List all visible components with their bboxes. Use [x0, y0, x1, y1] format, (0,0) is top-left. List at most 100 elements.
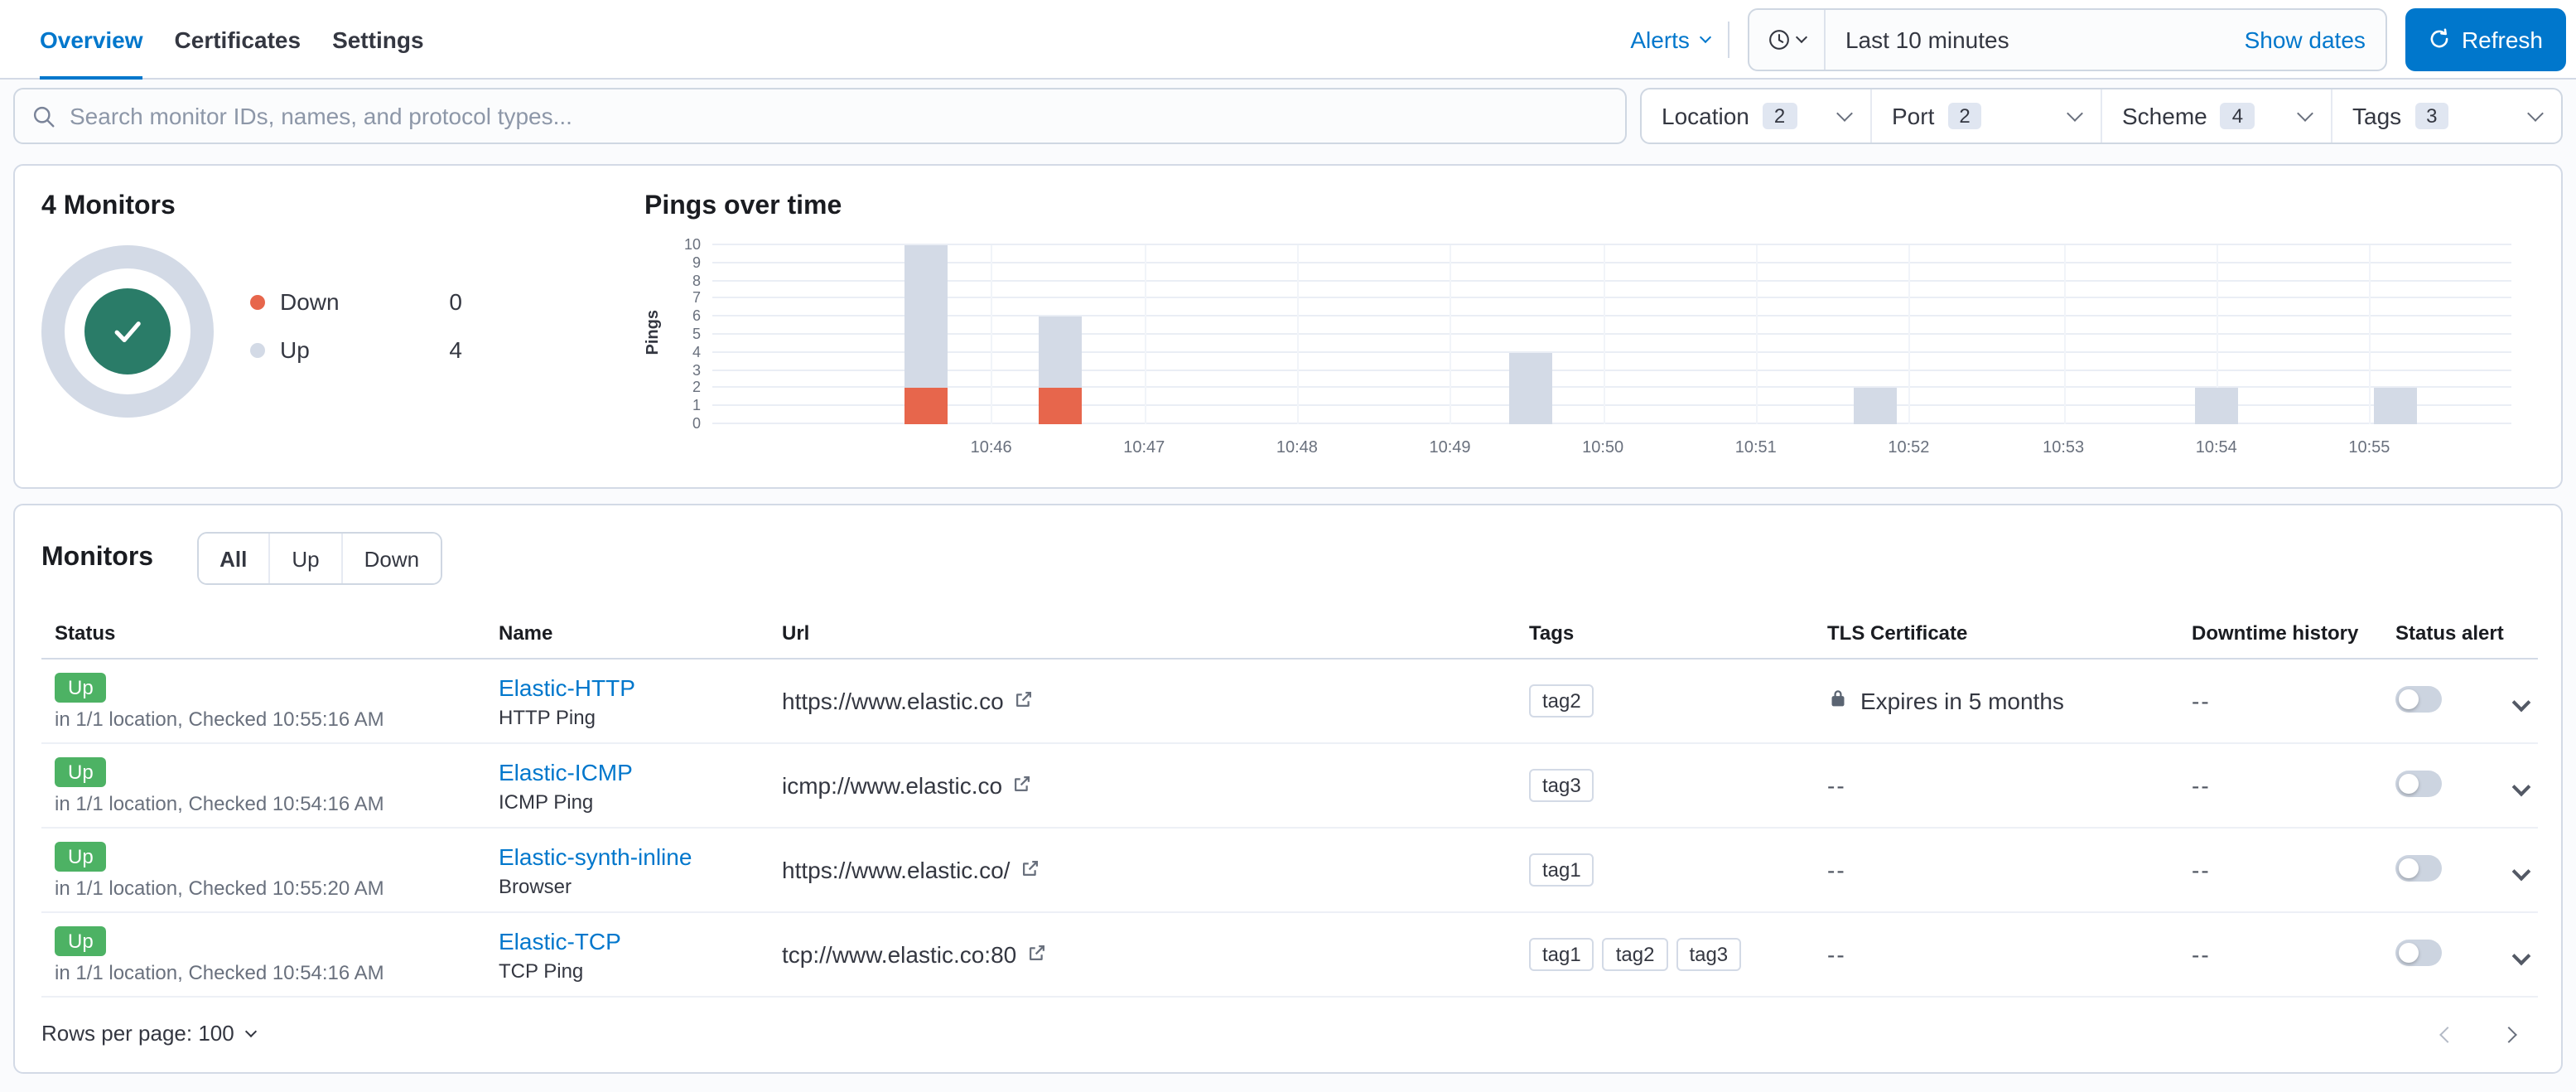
ping-bar	[1853, 388, 1897, 424]
clock-icon	[1769, 29, 1789, 49]
x-axis-tick: 10:53	[2043, 439, 2085, 457]
table-footer: Rows per page: 100	[41, 998, 2535, 1072]
cell-url: https://www.elastic.co/	[769, 828, 1516, 913]
gridline	[1755, 245, 1758, 424]
tls-status: --	[1827, 857, 2165, 883]
gridline	[712, 244, 2511, 245]
next-page-button[interactable]	[2501, 1021, 2517, 1046]
status-alert-toggle[interactable]	[2395, 854, 2442, 881]
monitors-filter-up[interactable]: Up	[268, 534, 341, 583]
refresh-button[interactable]: Refresh	[2405, 7, 2566, 70]
tag-badge[interactable]: tag1	[1529, 938, 1594, 971]
ping-bar	[2194, 388, 2238, 424]
pings-over-time-section: Pings over time Pings 0 1 2 3 4 5 6 7 8 9 10 10:46 1…	[631, 166, 2561, 487]
tag-badge[interactable]: tag2	[1529, 684, 1594, 718]
previous-page-button[interactable]	[2439, 1021, 2456, 1046]
cell-name: Elastic-ICMP ICMP Ping	[485, 743, 769, 829]
cell-expand	[2498, 828, 2538, 913]
chevron-down-icon	[2067, 105, 2083, 122]
monitors-filter-all[interactable]: All	[198, 534, 269, 583]
tls-value: --	[1827, 941, 1846, 968]
monitor-url-link[interactable]: icmp://www.elastic.co	[782, 772, 1032, 799]
search-box	[13, 88, 1627, 144]
x-axis-tick: 10:50	[1582, 439, 1624, 457]
status-alert-toggle[interactable]	[2395, 685, 2442, 712]
monitor-url-link[interactable]: https://www.elastic.co/	[782, 857, 1040, 883]
expand-row-button[interactable]	[2511, 939, 2531, 970]
filter-location[interactable]: Location 2	[1642, 89, 1870, 143]
legend-value: 4	[449, 336, 462, 363]
expand-row-button[interactable]	[2511, 685, 2531, 717]
bar-up-segment	[1853, 388, 1897, 424]
time-range-value[interactable]: Last 10 minutes	[1826, 26, 2225, 52]
tag-badge[interactable]: tag1	[1529, 853, 1594, 887]
summary-title: 4 Monitors	[41, 192, 176, 220]
cell-tags: tag3	[1516, 743, 1814, 829]
alerts-dropdown-button[interactable]: Alerts	[1630, 26, 1712, 52]
filter-count-badge: 4	[2220, 103, 2255, 129]
chevron-down-icon	[2527, 105, 2544, 122]
search-and-filters-row: Location 2 Port 2 Scheme 4 Tags 3	[0, 80, 2576, 164]
table-header-row: Status Name Url Tags TLS Certificate Downtime…	[41, 608, 2538, 660]
external-link-icon	[1014, 688, 1034, 714]
bar-up-segment	[1509, 352, 1553, 424]
tag-badge[interactable]: tag3	[1529, 769, 1594, 802]
monitor-url-link[interactable]: tcp://www.elastic.co:80	[782, 941, 1046, 968]
tab-overview[interactable]: Overview	[40, 0, 144, 80]
tag-badge[interactable]: tag3	[1676, 938, 1742, 971]
legend-label: Down	[280, 288, 340, 315]
monitor-name-link[interactable]: Elastic-synth-inline	[499, 843, 692, 869]
gridline	[712, 279, 2511, 282]
bar-up-segment	[2194, 388, 2238, 424]
monitors-filter-down[interactable]: Down	[340, 534, 441, 583]
filter-count-badge: 3	[2414, 103, 2449, 129]
filter-tags[interactable]: Tags 3	[2331, 89, 2561, 143]
status-badge: Up	[55, 841, 107, 871]
y-axis-title: Pings	[644, 310, 663, 356]
cell-name: Elastic-synth-inline Browser	[485, 828, 769, 913]
uptime-app: Overview Certificates Settings Alerts Last…	[0, 0, 2576, 1092]
ping-bar	[1038, 316, 1082, 424]
monitor-url-link[interactable]: https://www.elastic.co	[782, 688, 1034, 714]
expand-row-button[interactable]	[2511, 854, 2531, 886]
url-text: tcp://www.elastic.co:80	[782, 941, 1017, 968]
cell-status: Up in 1/1 location, Checked 10:55:16 AM	[41, 659, 485, 744]
time-picker: Last 10 minutes Show dates	[1747, 7, 2387, 70]
filter-port[interactable]: Port 2	[1870, 89, 2101, 143]
monitor-name-link[interactable]: Elastic-TCP	[499, 927, 621, 954]
x-axis-tick: 10:55	[2348, 439, 2390, 457]
bar-up-segment	[904, 245, 948, 389]
gridline	[1603, 245, 1605, 424]
legend-dot	[250, 342, 265, 357]
gridline	[2063, 245, 2066, 424]
tls-status: --	[1827, 772, 2165, 799]
filter-scheme[interactable]: Scheme 4	[2101, 89, 2331, 143]
monitors-summary: 4 Monitors Down 0 Up 4	[15, 166, 631, 487]
column-header-url: Url	[769, 608, 1516, 660]
search-input[interactable]	[70, 103, 1609, 129]
tab-settings[interactable]: Settings	[332, 0, 423, 78]
monitor-name-link[interactable]: Elastic-ICMP	[499, 758, 633, 785]
gridline	[712, 297, 2511, 299]
cell-downtime-history: --	[2178, 912, 2382, 998]
tag-badge[interactable]: tag2	[1602, 938, 1668, 971]
status-alert-toggle[interactable]	[2395, 939, 2442, 965]
show-dates-link[interactable]: Show dates	[2225, 26, 2385, 52]
table-row: Up in 1/1 location, Checked 10:54:16 AM El…	[41, 743, 2538, 829]
rows-per-page-button[interactable]: Rows per page: 100	[41, 1021, 258, 1046]
gridline	[2369, 245, 2371, 424]
status-badge: Up	[55, 756, 107, 786]
time-picker-clock-button[interactable]	[1749, 9, 1826, 69]
status-alert-toggle[interactable]	[2395, 770, 2442, 796]
cell-tls-certificate: --	[1814, 828, 2178, 913]
chevron-down-icon	[2511, 692, 2531, 712]
filter-group: Location 2 Port 2 Scheme 4 Tags 3	[1640, 88, 2563, 144]
cell-expand	[2498, 912, 2538, 998]
expand-row-button[interactable]	[2511, 770, 2531, 801]
column-header-status: Status	[41, 608, 485, 660]
cell-name: Elastic-HTTP HTTP Ping	[485, 659, 769, 744]
monitor-name-link[interactable]: Elastic-HTTP	[499, 674, 635, 700]
check-icon	[114, 321, 141, 343]
monitor-type: Browser	[499, 874, 572, 897]
tab-certificates[interactable]: Certificates	[175, 0, 301, 78]
